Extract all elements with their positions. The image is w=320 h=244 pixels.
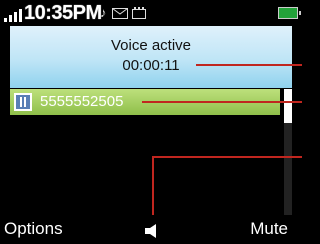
speaker-icon[interactable]	[144, 224, 160, 238]
callout-line-timer	[196, 64, 302, 66]
memory-card-icon	[132, 7, 146, 19]
callout-line-speaker-horizontal	[152, 156, 302, 158]
phone-screen: 10:35PM ♪ Voice active 00:00:11 55555525…	[0, 0, 302, 244]
call-timer: 00:00:11	[122, 57, 180, 74]
call-status-panel: Voice active 00:00:11	[10, 26, 292, 88]
envelope-icon	[112, 8, 128, 19]
signal-strength-icon	[4, 9, 22, 22]
callout-line-speaker-vertical	[152, 156, 154, 220]
battery-icon	[278, 7, 301, 19]
scrollbar-thumb[interactable]	[284, 89, 292, 123]
mute-softkey[interactable]: Mute	[250, 219, 288, 239]
options-softkey[interactable]: Options	[4, 219, 63, 239]
status-bar: 10:35PM ♪	[0, 0, 302, 26]
phone-number: 5555552505	[40, 93, 124, 110]
music-note-icon: ♪	[100, 5, 107, 20]
call-status-text: Voice active	[110, 37, 192, 54]
callout-line-number	[142, 101, 302, 103]
phone-number-icon	[14, 93, 32, 111]
status-clock: 10:35PM	[24, 2, 102, 24]
